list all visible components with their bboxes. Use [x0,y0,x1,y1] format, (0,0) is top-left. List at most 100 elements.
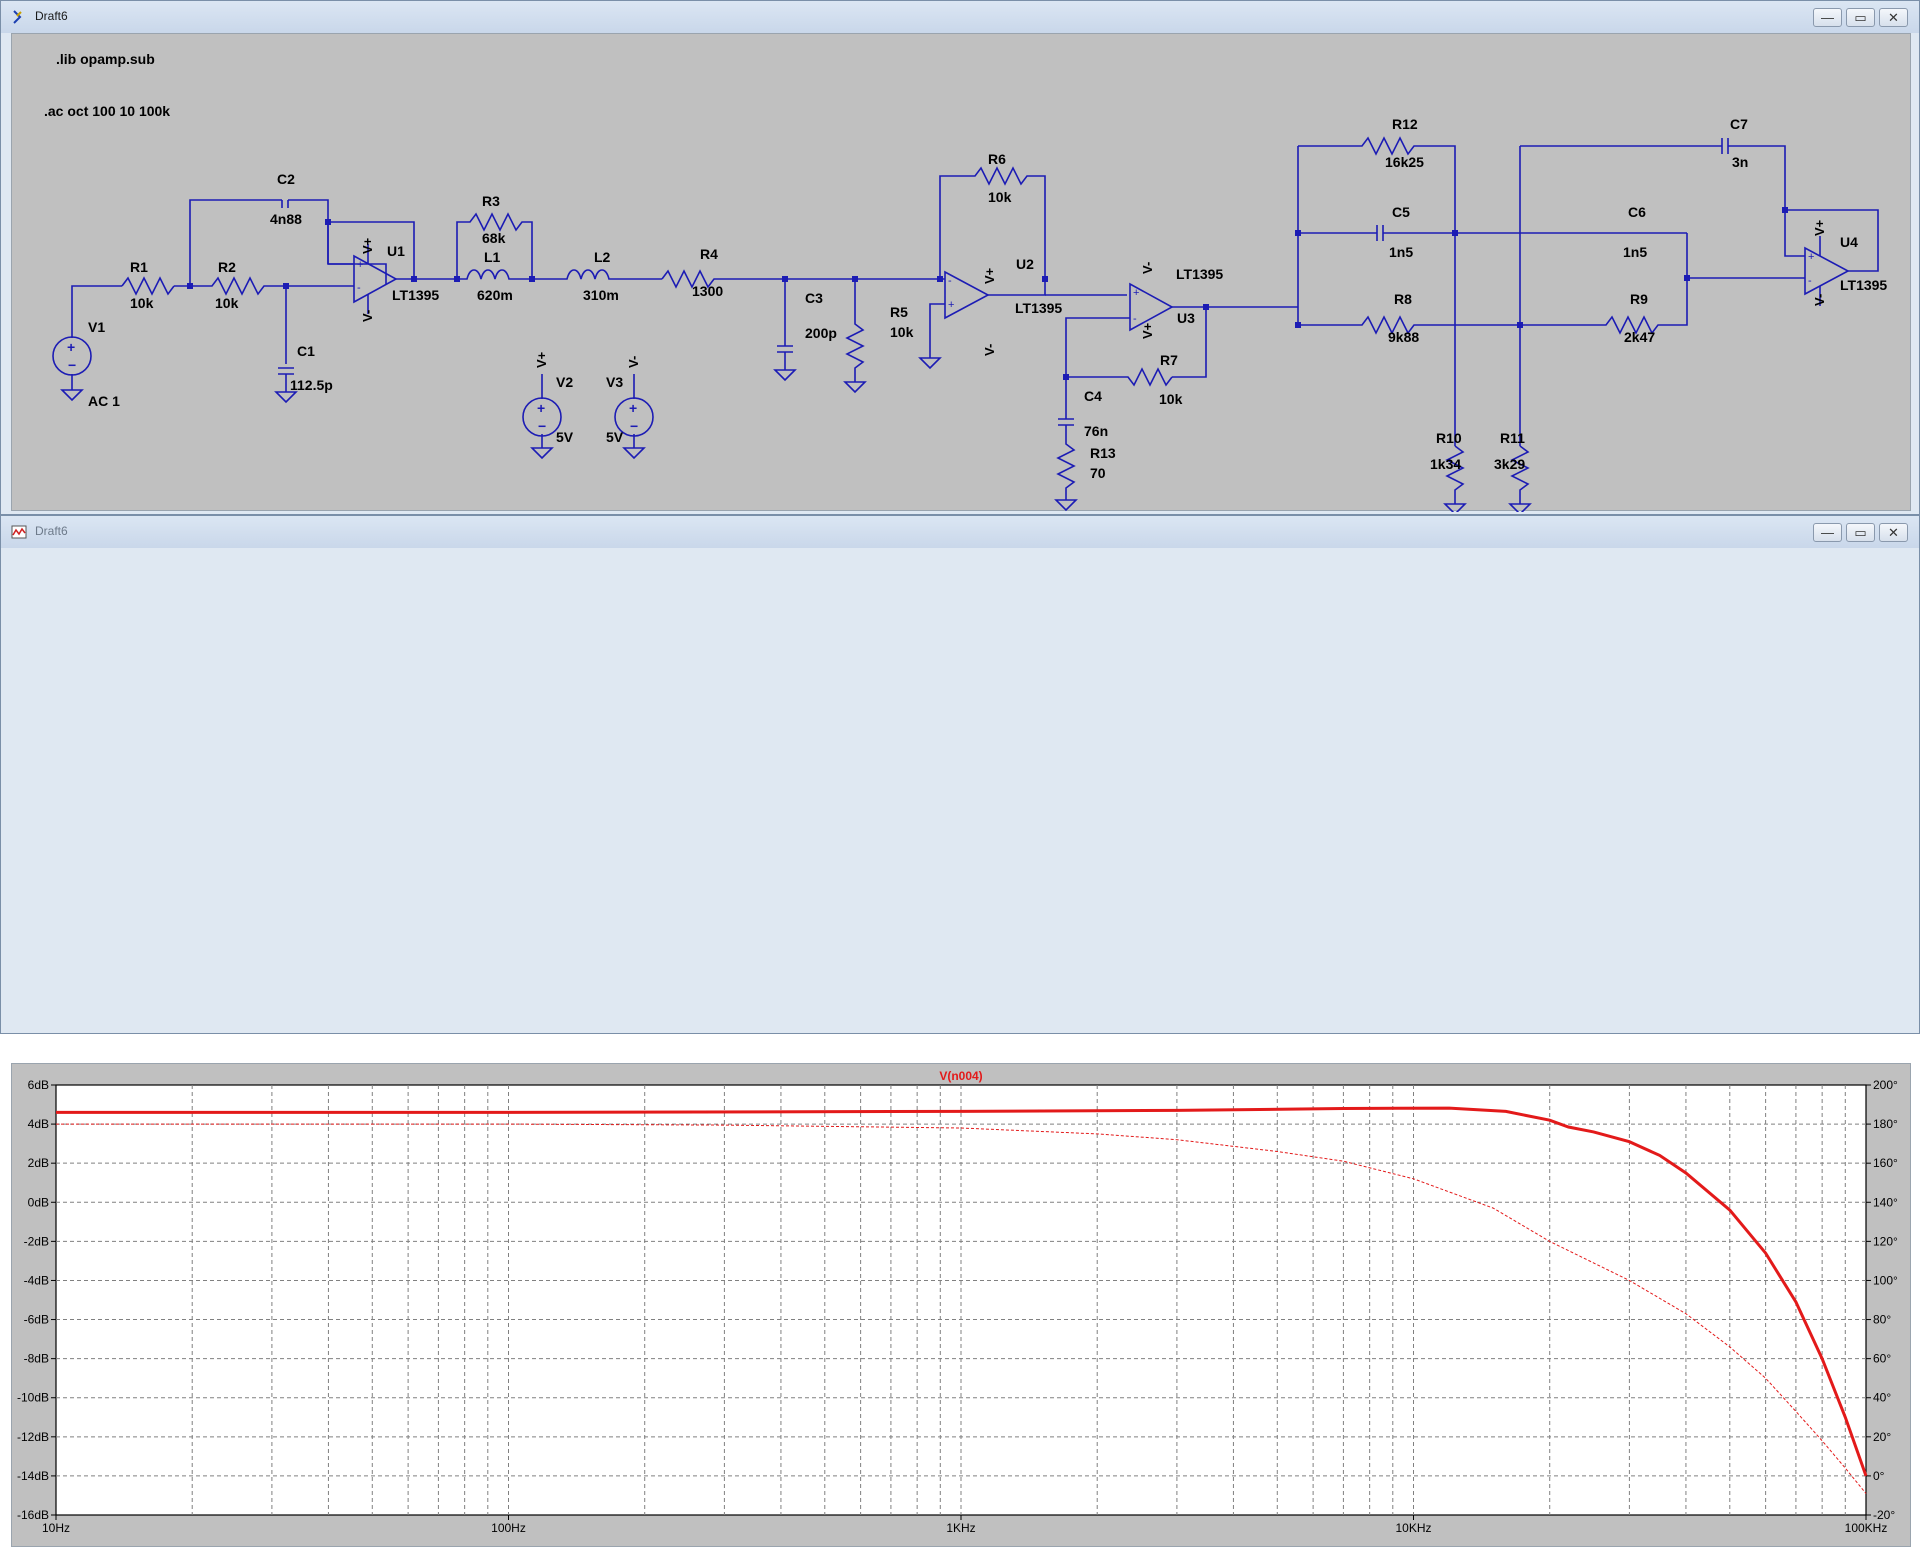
close-icon: ✕ [1888,10,1899,25]
left-axis-tick-label: -8dB [24,1352,49,1366]
r5-value: 10k [890,324,914,340]
c7-ref: C7 [1730,116,1748,132]
l2-ref: L2 [594,249,611,265]
schematic-titlebar[interactable]: Draft6 — ▭ ✕ [1,1,1919,33]
r8-value: 9k88 [1388,329,1419,345]
plot-minimize-button[interactable]: — [1813,523,1842,542]
right-axis-tick-label: 80° [1873,1313,1891,1327]
svg-text:+: + [67,339,75,355]
close-button[interactable]: ✕ [1879,8,1908,27]
opamp-pin-labels: V+ V- V+ V- V- V+ V+ V- V+ V- [360,219,1827,368]
svg-text:-: - [1133,313,1137,325]
schematic-window-title: Draft6 [35,9,68,23]
svg-text:-: - [948,275,952,287]
waveform-viewer-icon [11,525,27,539]
svg-text:+: + [357,259,363,271]
left-axis-tick-label: 0dB [28,1195,49,1209]
svg-text:+: + [537,400,545,416]
r4-value: 1300 [692,283,723,299]
schematic-canvas[interactable]: + − + − + − .lib opamp.sub .ac oct 100 10 1… [11,33,1912,515]
bode-plot[interactable]: 6dB 4dB 2dB 0dB -2dB -4dB -6dB -8dB -10dB -12dB -1… [12,1064,1912,1548]
v3-ref: V3 [606,374,623,390]
restore-icon: ▭ [1854,525,1867,540]
r7-value: 10k [1159,391,1183,407]
r12-value: 16k25 [1385,154,1424,170]
r6-ref: R6 [988,151,1006,167]
c1-value: 112.5p [290,377,333,393]
r11-ref: R11 [1500,430,1525,446]
right-axis-tick-label: 60° [1873,1352,1891,1366]
right-axis-tick-label: 160° [1873,1156,1898,1170]
left-axis-tick-label: -6dB [24,1313,49,1327]
right-axis-tick-label: 20° [1873,1430,1891,1444]
schematic-drawing[interactable]: + − + − + − .lib opamp.sub .ac oct 100 10 1… [12,34,1912,515]
restore-icon: ▭ [1854,10,1867,25]
plot-restore-button[interactable]: ▭ [1846,523,1875,542]
c3-value: 200p [805,325,837,341]
svg-text:V+: V+ [360,237,375,254]
x-axis-tick-label: 10KHz [1395,1521,1431,1535]
schematic-window[interactable]: Draft6 — ▭ ✕ + − + − + − .lib opamp.sub … [0,0,1920,515]
lib-directive[interactable]: .lib opamp.sub [56,51,155,67]
schematic-wires [61,136,1879,515]
c4-ref: C4 [1084,388,1102,404]
v1-value: AC 1 [88,393,120,409]
svg-text:V-: V- [360,310,375,322]
plot-window[interactable]: Draft6 — ▭ ✕ 6dB 4dB 2dB 0dB -2dB -4dB -6dB -8d… [0,515,1920,1547]
r8-ref: R8 [1394,291,1412,307]
minimize-icon: — [1821,10,1834,25]
right-axis-tick-label: 0° [1873,1469,1885,1483]
right-axis-tick-label: 200° [1873,1078,1898,1092]
svg-text:V-: V- [626,356,641,368]
restore-button[interactable]: ▭ [1846,8,1875,27]
plot-titlebar[interactable]: Draft6 — ▭ ✕ [1,516,1919,548]
minimize-icon: — [1821,525,1834,540]
right-axis-tick-label: 180° [1873,1117,1898,1131]
c3-ref: C3 [805,290,823,306]
u1-model: LT1395 [392,287,439,303]
r4-ref: R4 [700,246,718,262]
svg-text:−: − [538,418,546,434]
v2-value: 5V [556,429,574,445]
ac-directive[interactable]: .ac oct 100 10 100k [44,103,170,119]
v2-ref: V2 [556,374,573,390]
plot-canvas[interactable]: 6dB 4dB 2dB 0dB -2dB -4dB -6dB -8dB -10dB -12dB -1… [11,1063,1911,1547]
c6-ref: C6 [1628,204,1646,220]
x-axis-tick-label: 1KHz [946,1521,975,1535]
r10-value: 1k34 [1430,456,1461,472]
svg-text:−: − [630,418,638,434]
plot-close-button[interactable]: ✕ [1879,523,1908,542]
u4-ref: U4 [1840,234,1858,250]
c2-value: 4n88 [270,211,302,227]
right-axis-tick-label: 120° [1873,1234,1898,1248]
left-axis-tick-label: -10dB [17,1391,49,1405]
c1-ref: C1 [297,343,315,359]
left-axis-tick-label: -12dB [17,1430,49,1444]
component-labels: R1 10k R2 10k C2 4n88 C1 112.5p V1 AC 1 … [88,116,1887,481]
l2-value: 310m [583,287,619,303]
c2-ref: C2 [277,171,295,187]
r6-value: 10k [988,189,1012,205]
l1-value: 620m [477,287,513,303]
svg-text:−: − [68,357,76,373]
left-axis-tick-label: -4dB [24,1273,49,1287]
svg-text:+: + [948,299,954,311]
trace-name[interactable]: V(n004) [939,1069,982,1083]
x-axis-tick-label: 10Hz [42,1521,70,1535]
svg-text:V+: V+ [982,267,997,284]
r1-ref: R1 [130,259,148,275]
opamp-input-signs: + - - + + - + - [357,251,1814,325]
c5-value: 1n5 [1389,244,1413,260]
left-axis-tick-label: -14dB [17,1469,49,1483]
u2-model: LT1395 [1015,300,1062,316]
r13-value: 70 [1090,465,1106,481]
svg-text:V-: V- [1812,294,1827,306]
r7-ref: R7 [1160,352,1178,368]
minimize-button[interactable]: — [1813,8,1842,27]
r3-ref: R3 [482,193,500,209]
svg-text:-: - [1808,275,1812,287]
r10-ref: R10 [1436,430,1462,446]
left-axis-tick-label: -2dB [24,1234,49,1248]
left-axis-tick-label: 4dB [28,1117,49,1131]
svg-text:V-: V- [1140,262,1155,274]
